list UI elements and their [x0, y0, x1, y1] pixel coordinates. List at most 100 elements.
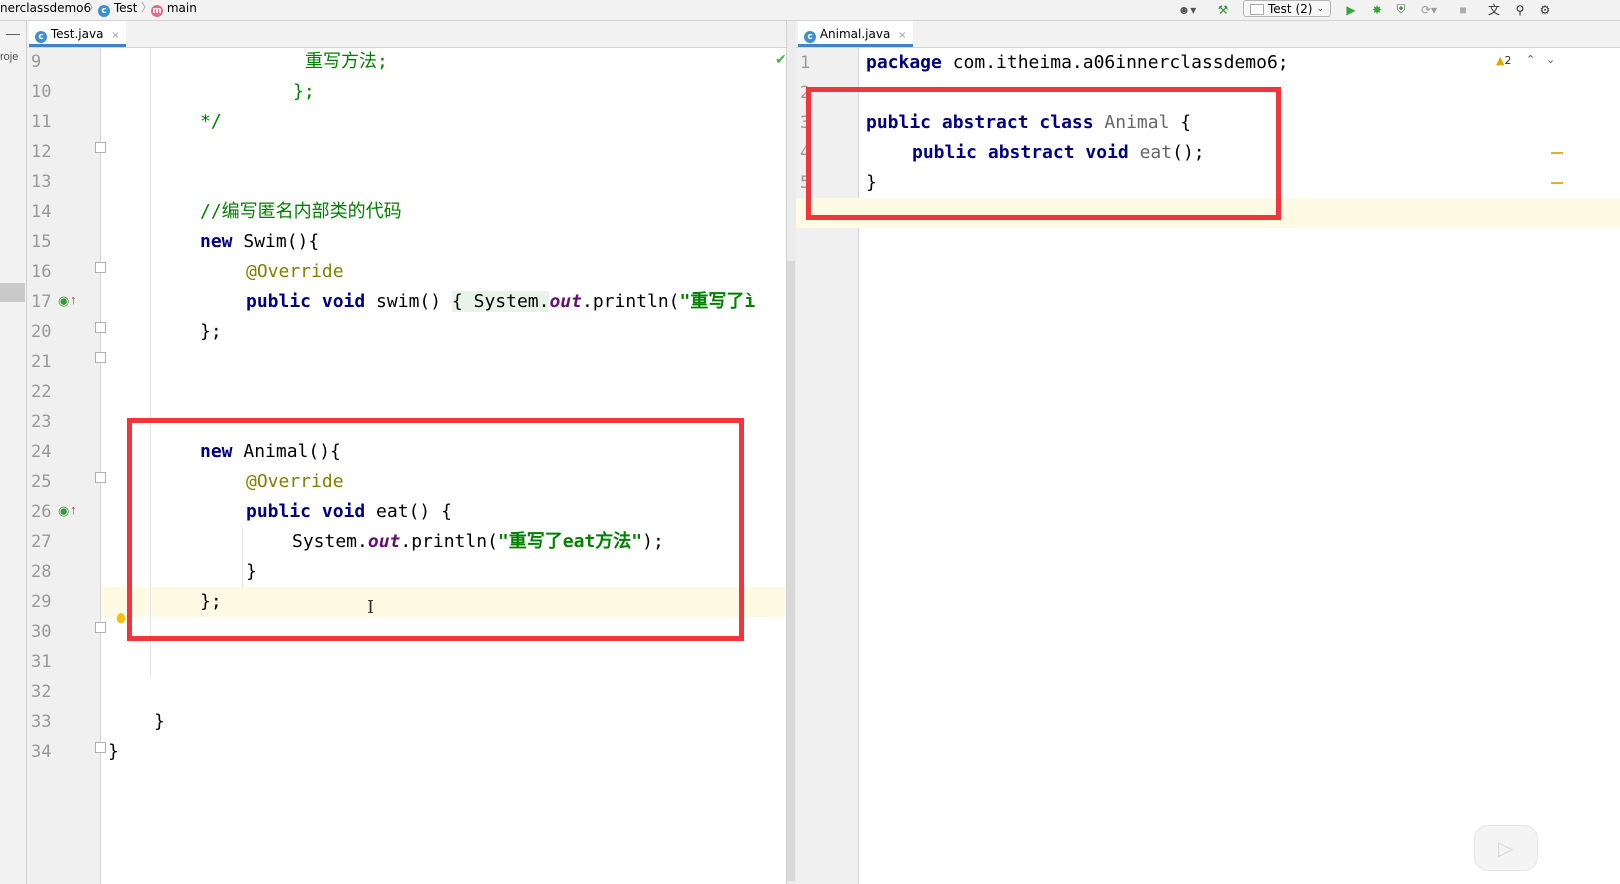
settings-gear-icon[interactable]: ⚙	[1536, 1, 1554, 18]
code-text: };	[200, 321, 222, 342]
breadcrumb-project[interactable]: nerclassdemo6	[0, 0, 91, 20]
java-class-icon: c	[35, 31, 47, 43]
tab-label: Test.java	[50, 27, 104, 41]
search-icon[interactable]: ⚲	[1510, 1, 1530, 18]
coverage-icon[interactable]: ⛨	[1392, 1, 1410, 18]
string-literal: "重写了ì	[679, 291, 756, 312]
breadcrumb-class[interactable]: c Test	[98, 0, 137, 20]
left-editor-pane: c Test.java × 9 10 11 12 13 14 15 16 17 …	[27, 21, 787, 884]
collapse-icon[interactable]: —	[6, 25, 20, 41]
right-editor-pane: c Animal.java × 1 2 3 4 5 6 package com.…	[796, 21, 1620, 884]
line-number: 25	[31, 472, 52, 492]
line-number: 32	[31, 682, 52, 702]
chevron-down-icon: ⌄	[1316, 4, 1324, 14]
static-field: out	[549, 291, 582, 312]
right-tab-bar: c Animal.java ×	[796, 21, 1620, 48]
code-line-17: public void swim() { System.out.println(…	[101, 287, 786, 317]
project-tool-label[interactable]: roje	[0, 51, 18, 63]
line-number: 14	[31, 202, 52, 222]
code-text: System.	[462, 291, 550, 312]
line-number: 22	[31, 382, 52, 402]
code-text: }	[108, 741, 119, 762]
implements-method-icon[interactable]: ◉	[58, 503, 69, 519]
close-tab-icon[interactable]: ×	[898, 30, 906, 41]
build-hammer-icon[interactable]: ⚒	[1214, 1, 1232, 18]
line-number: 20	[31, 322, 52, 342]
line-number: 10	[31, 82, 52, 102]
run-config-label: Test (2)	[1268, 2, 1313, 16]
left-tab-bar: c Test.java ×	[27, 21, 786, 48]
line-number: 24	[31, 442, 52, 462]
override-up-arrow-icon[interactable]: ↑	[70, 502, 77, 517]
tab-test-java[interactable]: c Test.java ×	[29, 21, 126, 47]
inspection-ok-check-icon[interactable]: ✔	[775, 51, 787, 68]
keyword: new	[200, 231, 233, 252]
close-tab-icon[interactable]: ×	[111, 30, 119, 41]
breadcrumb-method-label: main	[166, 1, 197, 15]
code-line-10: };	[101, 77, 786, 107]
user-icon[interactable]: ☻▾	[1174, 1, 1200, 18]
line-number: 13	[31, 172, 52, 192]
package-name: com.itheima.a06innerclassdemo6;	[941, 52, 1289, 73]
tab-animal-java[interactable]: c Animal.java ×	[798, 21, 913, 47]
comment-text: };	[293, 81, 315, 102]
warnings-indicator[interactable]: ▲2	[1496, 54, 1511, 67]
line-number: 16	[31, 262, 52, 282]
implements-method-icon[interactable]: ◉	[58, 293, 69, 309]
warning-stripe-mark[interactable]	[1551, 152, 1563, 154]
left-tool-strip: — roje	[0, 21, 27, 884]
keyword: public void	[246, 291, 366, 312]
warning-stripe-mark[interactable]	[1551, 182, 1563, 184]
method-name: swim()	[365, 291, 452, 312]
override-up-arrow-icon[interactable]: ↑	[70, 292, 77, 307]
annotation: @Override	[246, 261, 344, 282]
line-number: 30	[31, 622, 52, 642]
highlight-box-anonymous-class	[127, 418, 744, 641]
run-configuration-select[interactable]: Test (2) ⌄	[1243, 0, 1331, 17]
translate-icon[interactable]: 文	[1484, 1, 1504, 18]
java-class-icon: c	[804, 31, 816, 43]
comment-text: 重写方法;	[305, 51, 388, 72]
navigation-bar: nerclassdemo6 〉 c Test 〉 m main ☻▾ ⚒ Tes…	[0, 0, 1620, 21]
warning-count: 2	[1504, 54, 1512, 67]
run-icon[interactable]: ▶	[1343, 1, 1359, 18]
code-line-33: }	[101, 707, 786, 737]
previous-highlight-icon[interactable]: ⌃	[1526, 53, 1535, 66]
line-number: 15	[31, 232, 52, 252]
code-text: }	[154, 711, 165, 732]
line-number: 29	[31, 592, 52, 612]
highlight-box-abstract-class	[806, 87, 1281, 220]
tab-label: Animal.java	[819, 27, 891, 41]
comment-end: */	[200, 111, 222, 132]
scrollbar-thumb[interactable]	[787, 261, 795, 881]
play-icon: ▷	[1498, 838, 1514, 860]
intention-bulb-icon[interactable]	[117, 613, 125, 623]
left-gutter: 9 10 11 12 13 14 15 16 17 20 21 22 23 24…	[27, 48, 106, 884]
folded-brace[interactable]: {	[451, 291, 463, 312]
line-number: 11	[31, 112, 52, 132]
line-number: 1	[800, 53, 811, 73]
keyword: package	[866, 52, 942, 73]
breadcrumb-method[interactable]: m main	[151, 0, 197, 20]
line-number: 23	[31, 412, 52, 432]
code-line-11: */	[101, 107, 786, 137]
code-line-34: }	[101, 737, 786, 767]
next-highlight-icon[interactable]: ⌄	[1546, 53, 1555, 66]
code-line-15: new Swim(){	[101, 227, 786, 257]
video-player-logo-icon: ▷	[1474, 825, 1538, 871]
profile-icon[interactable]: ⟳▾	[1416, 1, 1442, 18]
line-comment: //编写匿名内部类的代码	[200, 201, 402, 222]
method-icon: m	[151, 5, 163, 17]
code-text: .println(	[581, 291, 680, 312]
stop-icon[interactable]: ■	[1456, 1, 1470, 18]
breadcrumb-class-label: Test	[113, 1, 138, 15]
code-line-9: 重写方法;	[101, 47, 786, 77]
line-number: 28	[31, 562, 52, 582]
line-number: 27	[31, 532, 52, 552]
selection-marker	[0, 283, 25, 302]
line-number: 21	[31, 352, 52, 372]
run-config-icon	[1250, 4, 1264, 15]
debug-icon[interactable]: ✸	[1368, 1, 1386, 18]
line-number: 26	[31, 502, 52, 522]
code-line-20: };	[101, 317, 786, 347]
